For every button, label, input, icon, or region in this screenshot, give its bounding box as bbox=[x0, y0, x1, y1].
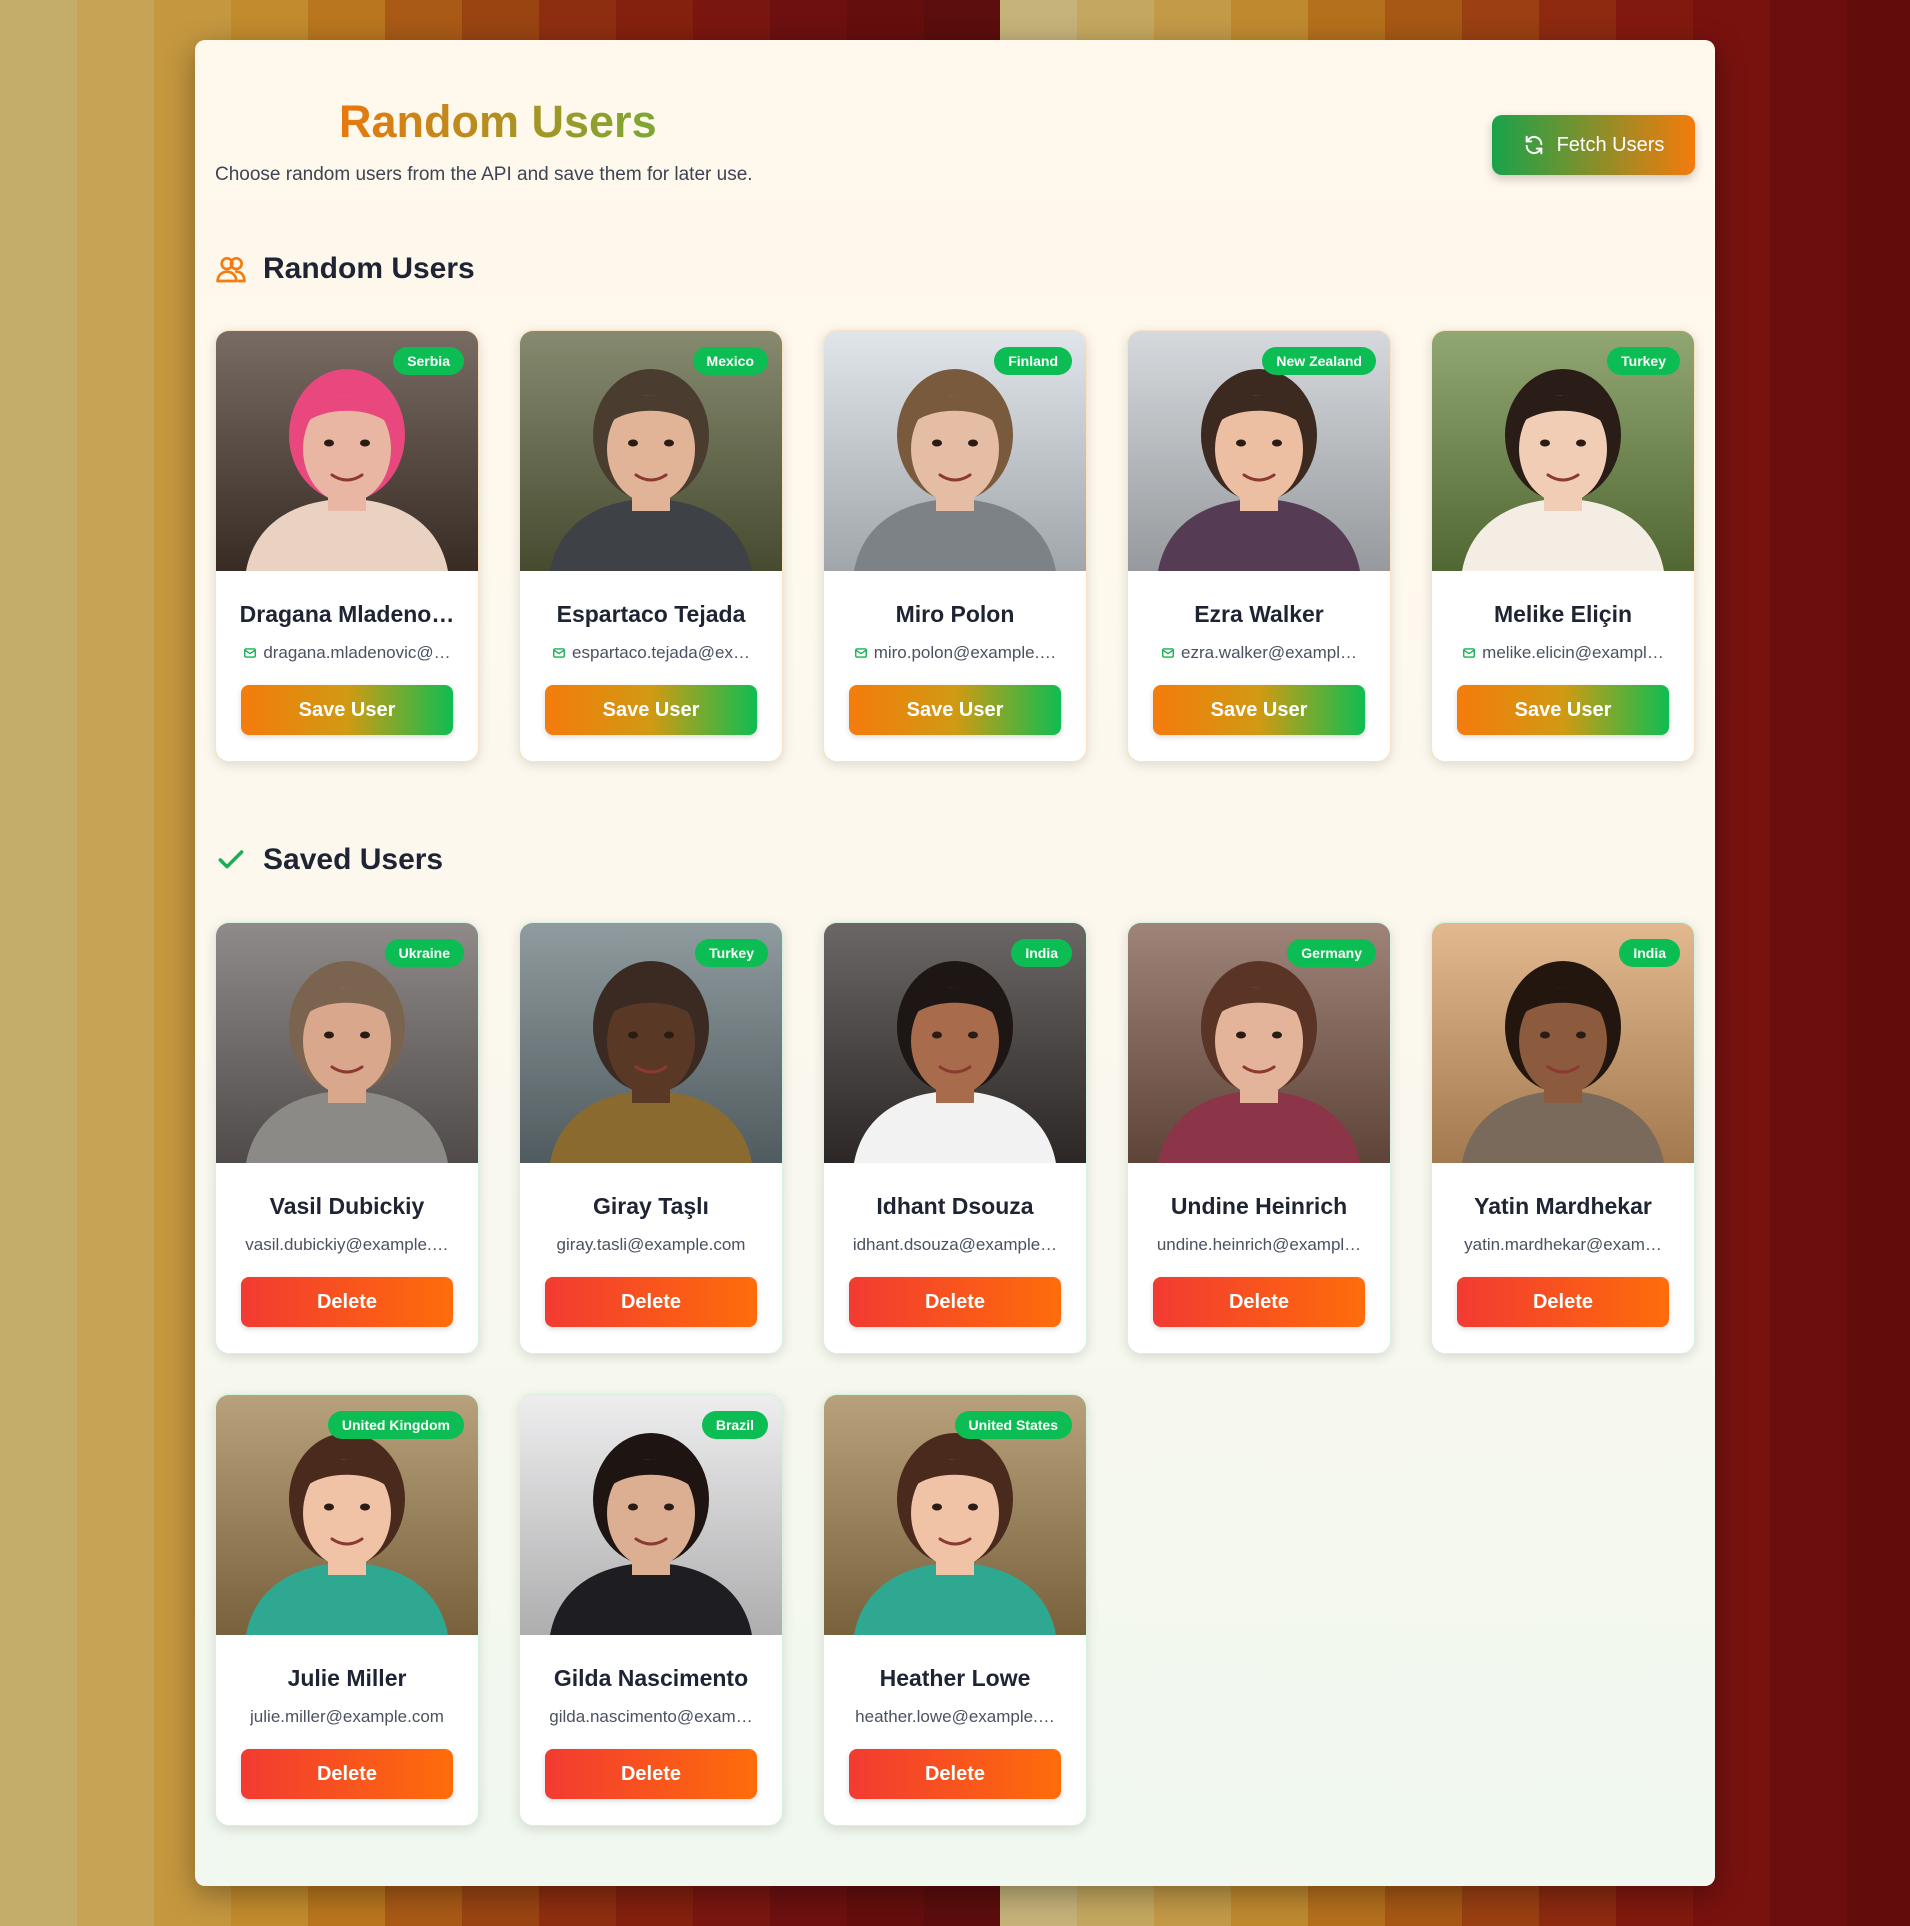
user-email-text: ezra.walker@exampl… bbox=[1181, 643, 1357, 662]
user-email-text: giray.tasli@example.com bbox=[556, 1235, 746, 1254]
user-email-text: gilda.nascimento@exam… bbox=[549, 1707, 753, 1726]
random-users-title: Random Users bbox=[263, 252, 475, 285]
saved-user-card: Turkey Giray Taşlı giray.tasli@example.c… bbox=[519, 922, 783, 1354]
page-title: Random Users bbox=[339, 96, 657, 147]
random-users-grid: Serbia Dragana Mladeno… dragana.mladenov… bbox=[215, 330, 1699, 762]
user-name: Vasil Dubickiy bbox=[269, 1193, 425, 1219]
user-email-text: melike.elicin@exampl… bbox=[1482, 643, 1664, 662]
user-email-text: idhant.dsouza@example… bbox=[852, 1235, 1058, 1254]
country-badge: Ukraine bbox=[384, 939, 464, 967]
saved-users-title: Saved Users bbox=[263, 843, 444, 876]
user-name: Miro Polon bbox=[895, 601, 1015, 627]
delete-user-button[interactable]: Delete bbox=[241, 1277, 453, 1327]
user-name: Julie Miller bbox=[287, 1665, 407, 1691]
country-badge: Germany bbox=[1287, 939, 1376, 967]
page-subtitle: Choose random users from the API and sav… bbox=[215, 164, 753, 185]
saved-user-card: United Kingdom Julie Miller julie.miller… bbox=[215, 1394, 479, 1826]
user-email: dragana.mladenovic@… bbox=[236, 643, 458, 663]
country-badge: Turkey bbox=[1607, 347, 1680, 375]
mail-icon bbox=[553, 648, 565, 658]
check-icon bbox=[218, 850, 244, 869]
save-user-button[interactable]: Save User bbox=[1457, 685, 1669, 735]
user-email: vasil.dubickiy@example.… bbox=[236, 1235, 458, 1255]
fetch-users-label: Fetch Users bbox=[1556, 133, 1665, 156]
save-user-button[interactable]: Save User bbox=[545, 685, 757, 735]
user-name: Heather Lowe bbox=[879, 1665, 1031, 1691]
user-email: espartaco.tejada@ex… bbox=[540, 643, 762, 663]
saved-user-card: India Idhant Dsouza idhant.dsouza@exampl… bbox=[823, 922, 1087, 1354]
user-name: Espartaco Tejada bbox=[556, 601, 746, 627]
user-email: julie.miller@example.com bbox=[236, 1707, 458, 1727]
user-name: Undine Heinrich bbox=[1170, 1193, 1348, 1219]
country-badge: Turkey bbox=[695, 939, 768, 967]
country-badge: New Zealand bbox=[1262, 347, 1376, 375]
saved-user-card: India Yatin Mardhekar yatin.mardhekar@ex… bbox=[1431, 922, 1695, 1354]
user-email: melike.elicin@exampl… bbox=[1452, 643, 1674, 663]
saved-user-card: Ukraine Vasil Dubickiy vasil.dubickiy@ex… bbox=[215, 922, 479, 1354]
saved-user-card: Brazil Gilda Nascimento gilda.nascimento… bbox=[519, 1394, 783, 1826]
user-email-text: vasil.dubickiy@example.… bbox=[245, 1235, 449, 1254]
random-user-card: Mexico Espartaco Tejada espartaco.tejada… bbox=[519, 330, 783, 762]
user-email: ezra.walker@exampl… bbox=[1148, 643, 1370, 663]
app-panel: Random Users Choose random users from th… bbox=[195, 40, 1715, 1886]
user-email-text: dragana.mladenovic@… bbox=[263, 643, 451, 662]
user-name: Giray Taşlı bbox=[593, 1193, 709, 1219]
user-email: heather.lowe@example.… bbox=[844, 1707, 1066, 1727]
user-email: giray.tasli@example.com bbox=[540, 1235, 762, 1255]
saved-users-grid: Ukraine Vasil Dubickiy vasil.dubickiy@ex… bbox=[215, 922, 1699, 1826]
mail-icon bbox=[1463, 648, 1476, 658]
country-badge: Mexico bbox=[692, 347, 768, 375]
random-user-card: Finland Miro Polon miro.polon@example.… … bbox=[823, 330, 1087, 762]
user-name: Melike Eliçin bbox=[1493, 601, 1633, 627]
save-user-button[interactable]: Save User bbox=[241, 685, 453, 735]
user-name: Yatin Mardhekar bbox=[1474, 1193, 1652, 1219]
user-email-text: espartaco.tejada@ex… bbox=[572, 643, 750, 662]
user-name: Ezra Walker bbox=[1194, 601, 1324, 627]
delete-user-button[interactable]: Delete bbox=[849, 1277, 1061, 1327]
country-badge: Serbia bbox=[393, 347, 464, 375]
save-user-button[interactable]: Save User bbox=[849, 685, 1061, 735]
save-user-button[interactable]: Save User bbox=[1153, 685, 1365, 735]
random-user-card: Turkey Melike Eliçin melike.elicin@examp… bbox=[1431, 330, 1695, 762]
user-email: miro.polon@example.… bbox=[844, 643, 1066, 663]
saved-user-card: United States Heather Lowe heather.lowe@… bbox=[823, 1394, 1087, 1826]
country-badge: India bbox=[1011, 939, 1072, 967]
delete-user-button[interactable]: Delete bbox=[241, 1749, 453, 1799]
random-user-card: New Zealand Ezra Walker ezra.walker@exam… bbox=[1127, 330, 1391, 762]
country-badge: Brazil bbox=[701, 1411, 768, 1439]
mail-icon bbox=[1162, 648, 1174, 658]
delete-user-button[interactable]: Delete bbox=[1153, 1277, 1365, 1327]
user-email: undine.heinrich@exampl… bbox=[1148, 1235, 1370, 1255]
user-email: idhant.dsouza@example… bbox=[844, 1235, 1066, 1255]
users-icon bbox=[216, 257, 246, 283]
saved-users-header: Saved Users bbox=[215, 843, 443, 877]
user-name: Gilda Nascimento bbox=[553, 1665, 749, 1691]
mail-icon bbox=[854, 648, 867, 658]
delete-user-button[interactable]: Delete bbox=[1457, 1277, 1669, 1327]
user-email-text: undine.heinrich@exampl… bbox=[1156, 1235, 1362, 1254]
user-email-text: miro.polon@example.… bbox=[873, 643, 1057, 662]
mail-icon bbox=[244, 648, 257, 658]
random-users-header: Random Users bbox=[215, 252, 475, 286]
user-email-text: julie.miller@example.com bbox=[250, 1707, 444, 1726]
delete-user-button[interactable]: Delete bbox=[545, 1749, 757, 1799]
fetch-users-button[interactable]: Fetch Users bbox=[1492, 115, 1695, 175]
user-email: gilda.nascimento@exam… bbox=[540, 1707, 762, 1727]
user-email-text: heather.lowe@example.… bbox=[855, 1707, 1055, 1726]
country-badge: United States bbox=[954, 1411, 1072, 1439]
saved-user-card: Germany Undine Heinrich undine.heinrich@… bbox=[1127, 922, 1391, 1354]
user-name: Idhant Dsouza bbox=[876, 1193, 1034, 1219]
user-email: yatin.mardhekar@exam… bbox=[1452, 1235, 1674, 1255]
country-badge: India bbox=[1619, 939, 1680, 967]
random-user-card: Serbia Dragana Mladeno… dragana.mladenov… bbox=[215, 330, 479, 762]
user-email-text: yatin.mardhekar@exam… bbox=[1464, 1235, 1662, 1254]
delete-user-button[interactable]: Delete bbox=[545, 1277, 757, 1327]
refresh-icon bbox=[1525, 135, 1542, 155]
user-name: Dragana Mladeno… bbox=[239, 601, 455, 627]
country-badge: United Kingdom bbox=[327, 1411, 464, 1439]
country-badge: Finland bbox=[994, 347, 1072, 375]
delete-user-button[interactable]: Delete bbox=[849, 1749, 1061, 1799]
